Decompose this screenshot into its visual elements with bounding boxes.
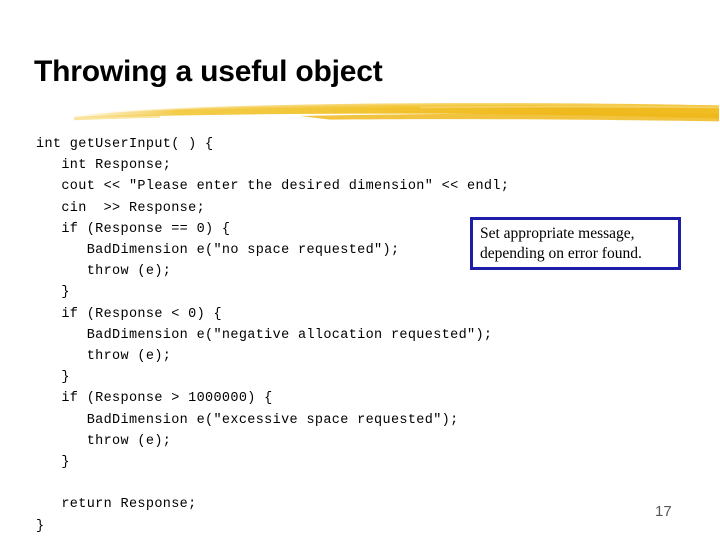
callout-line: depending on error found. [480,244,642,262]
code-line: BadDimension e("excessive space requeste… [36,412,459,428]
code-line: throw (e); [36,349,172,365]
code-line: if (Response > 1000000) { [36,391,273,407]
code-line: int getUserInput( ) { [36,137,214,152]
code-line: } [36,370,70,386]
slide: Throwing a useful object int getUserInpu… [0,0,720,540]
code-line: cout << "Please enter the desired dimens… [36,179,510,195]
callout-line: Set appropriate message, [480,224,635,242]
code-line: throw (e); [36,433,172,449]
brush-stroke-divider-icon [0,96,720,128]
code-line: } [36,285,70,301]
callout-annotation: Set appropriate message, depending on err… [470,217,681,270]
page-title: Throwing a useful object [34,55,383,88]
code-line: if (Response < 0) { [36,306,222,322]
code-line: } [36,518,45,534]
code-line: BadDimension e("negative allocation requ… [36,327,493,343]
code-line: return Response; [36,497,197,513]
code-line: cin >> Response; [36,200,206,216]
page-number: 17 [655,503,672,520]
code-block: int getUserInput( ) { int Response; cout… [36,134,676,537]
code-line: } [36,455,70,471]
code-line: int Response; [36,158,172,174]
